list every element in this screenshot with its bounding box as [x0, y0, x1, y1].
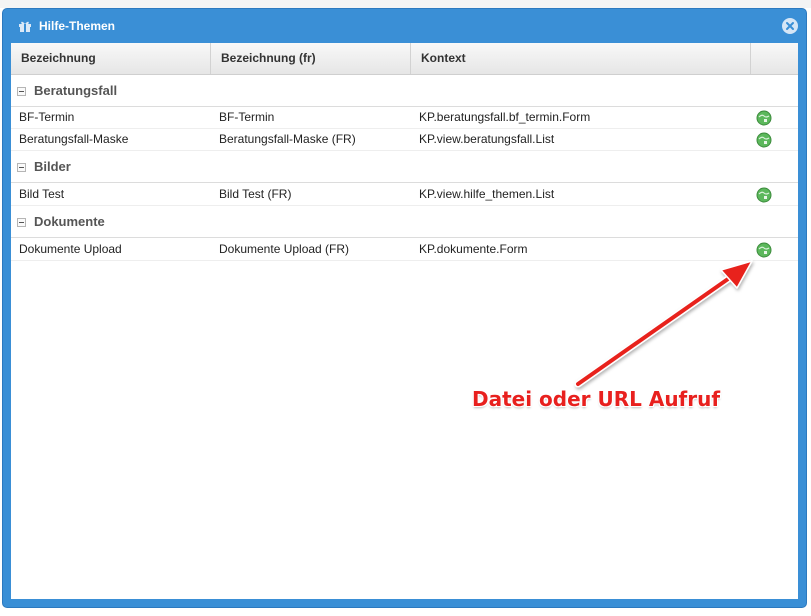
annotation-label: Datei oder URL Aufruf	[472, 387, 721, 411]
annotation-arrow	[574, 260, 753, 388]
